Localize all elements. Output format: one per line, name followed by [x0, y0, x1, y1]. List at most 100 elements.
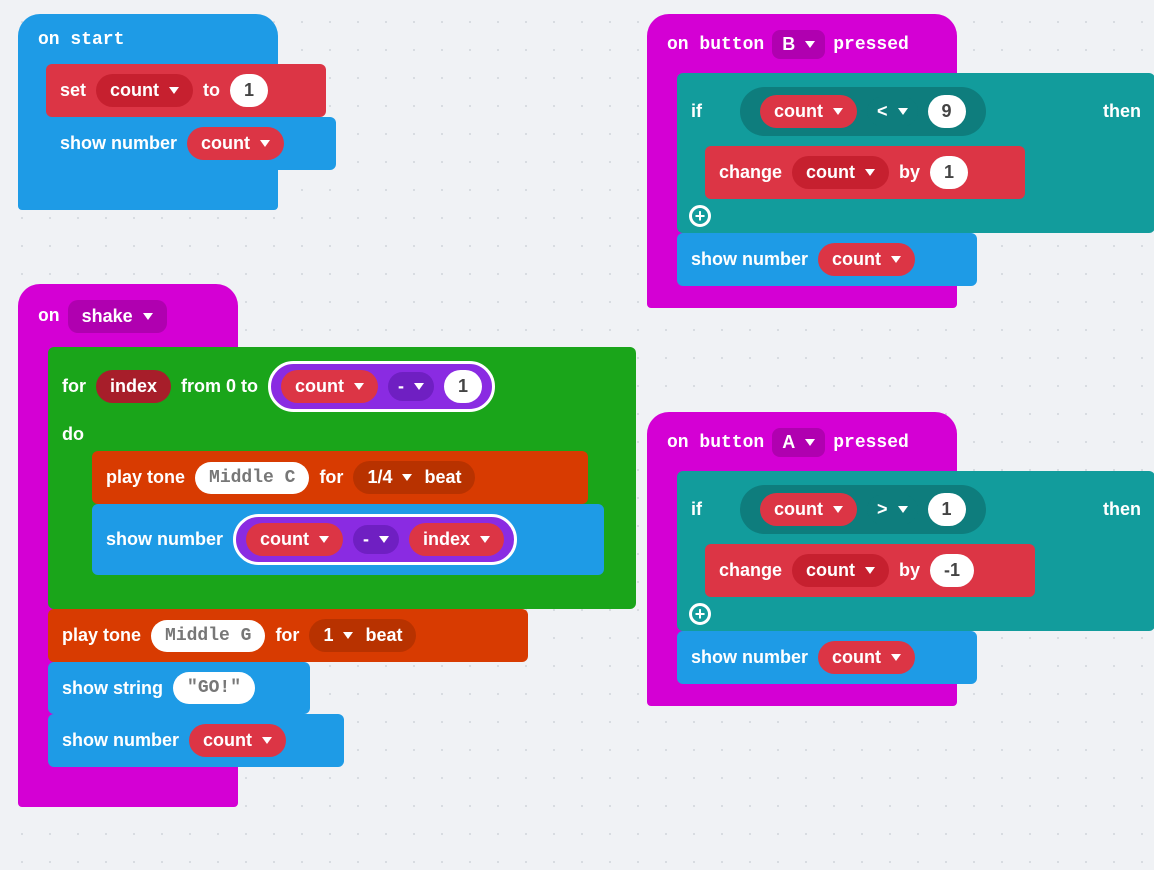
- chevron-down-icon: [898, 108, 908, 115]
- show-number-block[interactable]: show number count: [677, 233, 977, 286]
- chevron-down-icon: [833, 506, 843, 513]
- on-shake-hat[interactable]: on shake for index from 0 to count: [18, 284, 238, 807]
- on-button-b-hat[interactable]: on button B pressed if count <: [647, 14, 957, 308]
- play-tone-block[interactable]: play tone Middle C for 1/4 beat: [92, 451, 588, 504]
- op-dropdown[interactable]: <: [867, 97, 918, 126]
- beat: 1/4: [367, 467, 392, 488]
- button-dropdown[interactable]: B: [772, 30, 825, 59]
- comparison-reporter[interactable]: count > 1: [740, 485, 986, 534]
- word-do: do: [62, 424, 84, 444]
- number-input[interactable]: -1: [930, 554, 974, 587]
- var-count[interactable]: count: [760, 95, 857, 128]
- number-input[interactable]: 1: [928, 493, 966, 526]
- on-button-a-hat[interactable]: on button A pressed if count >: [647, 412, 957, 706]
- var-name: count: [832, 647, 881, 668]
- note: Middle G: [165, 626, 251, 646]
- chevron-down-icon: [891, 654, 901, 661]
- op: >: [877, 499, 888, 520]
- chevron-down-icon: [898, 506, 908, 513]
- change-variable-block[interactable]: change count by 1: [705, 146, 1025, 199]
- on-start-label: on start: [34, 26, 262, 64]
- op-dropdown[interactable]: -: [388, 372, 434, 401]
- word-show-number: show number: [106, 529, 223, 550]
- chevron-down-icon: [319, 536, 329, 543]
- hat-suffix: pressed: [833, 35, 909, 55]
- var-index[interactable]: index: [409, 523, 504, 556]
- chevron-down-icon: [805, 439, 815, 446]
- value: 1: [458, 376, 468, 397]
- word-from-to: from 0 to: [181, 376, 258, 397]
- variable-reporter-count[interactable]: count: [818, 243, 915, 276]
- beat-dropdown[interactable]: 1 beat: [309, 619, 416, 652]
- hat-prefix: on: [38, 307, 60, 327]
- hat-prefix: on button: [667, 433, 764, 453]
- change-variable-block[interactable]: change count by -1: [705, 544, 1035, 597]
- comparison-reporter[interactable]: count < 9: [740, 87, 986, 136]
- word-show-number: show number: [60, 133, 177, 154]
- variable-reporter-count[interactable]: count: [818, 641, 915, 674]
- var-count[interactable]: count: [760, 493, 857, 526]
- word-by: by: [899, 560, 920, 581]
- number-input[interactable]: 1: [930, 156, 968, 189]
- chevron-down-icon: [260, 140, 270, 147]
- number-input[interactable]: 1: [230, 74, 268, 107]
- show-number-expr-block[interactable]: show number count - index: [92, 504, 604, 575]
- variable-dropdown-count[interactable]: count: [792, 156, 889, 189]
- if-block[interactable]: if count < 9 then: [677, 73, 1154, 233]
- string-input[interactable]: "GO!": [173, 672, 255, 704]
- for-loop-block[interactable]: for index from 0 to count - 1: [48, 347, 636, 609]
- plus-icon[interactable]: +: [689, 603, 711, 625]
- on-start-hat[interactable]: on start set count to 1 show number coun…: [18, 14, 278, 210]
- var-a: count: [260, 529, 309, 550]
- plus-icon[interactable]: +: [689, 205, 711, 227]
- chevron-down-icon: [865, 169, 875, 176]
- value: 1: [944, 162, 954, 183]
- var-count[interactable]: count: [246, 523, 343, 556]
- number-input[interactable]: 9: [928, 95, 966, 128]
- variable-dropdown-count[interactable]: count: [792, 554, 889, 587]
- number-input[interactable]: 1: [444, 370, 482, 403]
- word-beat: beat: [365, 625, 402, 646]
- show-number-block[interactable]: show number count: [677, 631, 977, 684]
- button-dropdown[interactable]: A: [772, 428, 825, 457]
- op: -: [398, 376, 404, 397]
- variable-reporter-count[interactable]: count: [187, 127, 284, 160]
- for-foot: [48, 575, 636, 609]
- if-block[interactable]: if count > 1 then: [677, 471, 1154, 631]
- gesture-dropdown[interactable]: shake: [68, 300, 167, 333]
- gesture-name: shake: [82, 306, 133, 327]
- variable-reporter-count[interactable]: count: [189, 724, 286, 757]
- hat-prefix: on button: [667, 35, 764, 55]
- variable-dropdown-count[interactable]: count: [96, 74, 193, 107]
- set-variable-block[interactable]: set count to 1: [46, 64, 326, 117]
- note-input[interactable]: Middle C: [195, 462, 309, 494]
- word-show-string: show string: [62, 678, 163, 699]
- word-show-number: show number: [62, 730, 179, 751]
- button-name: B: [782, 34, 795, 55]
- word-by: by: [899, 162, 920, 183]
- var-name: count: [110, 80, 159, 101]
- var-name: count: [832, 249, 881, 270]
- op-dropdown[interactable]: >: [867, 495, 918, 524]
- var-count[interactable]: count: [281, 370, 378, 403]
- op-dropdown[interactable]: -: [353, 525, 399, 554]
- beat-dropdown[interactable]: 1/4 beat: [353, 461, 475, 494]
- chevron-down-icon: [865, 567, 875, 574]
- play-tone-block[interactable]: play tone Middle G for 1 beat: [48, 609, 528, 662]
- word-for: for: [319, 467, 343, 488]
- show-number-block[interactable]: show number count: [48, 714, 344, 767]
- math-subtract-reporter[interactable]: count - index: [233, 514, 517, 565]
- show-string-block[interactable]: show string "GO!": [48, 662, 310, 714]
- word-change: change: [719, 560, 782, 581]
- word-play-tone: play tone: [62, 625, 141, 646]
- loop-var-index[interactable]: index: [96, 370, 171, 403]
- word-change: change: [719, 162, 782, 183]
- button-name: A: [782, 432, 795, 453]
- note-input[interactable]: Middle G: [151, 620, 265, 652]
- hat-suffix: pressed: [833, 433, 909, 453]
- math-subtract-reporter[interactable]: count - 1: [268, 361, 495, 412]
- var-name: count: [774, 101, 823, 122]
- word-for: for: [62, 376, 86, 397]
- value: -1: [944, 560, 960, 581]
- show-number-block[interactable]: show number count: [46, 117, 336, 170]
